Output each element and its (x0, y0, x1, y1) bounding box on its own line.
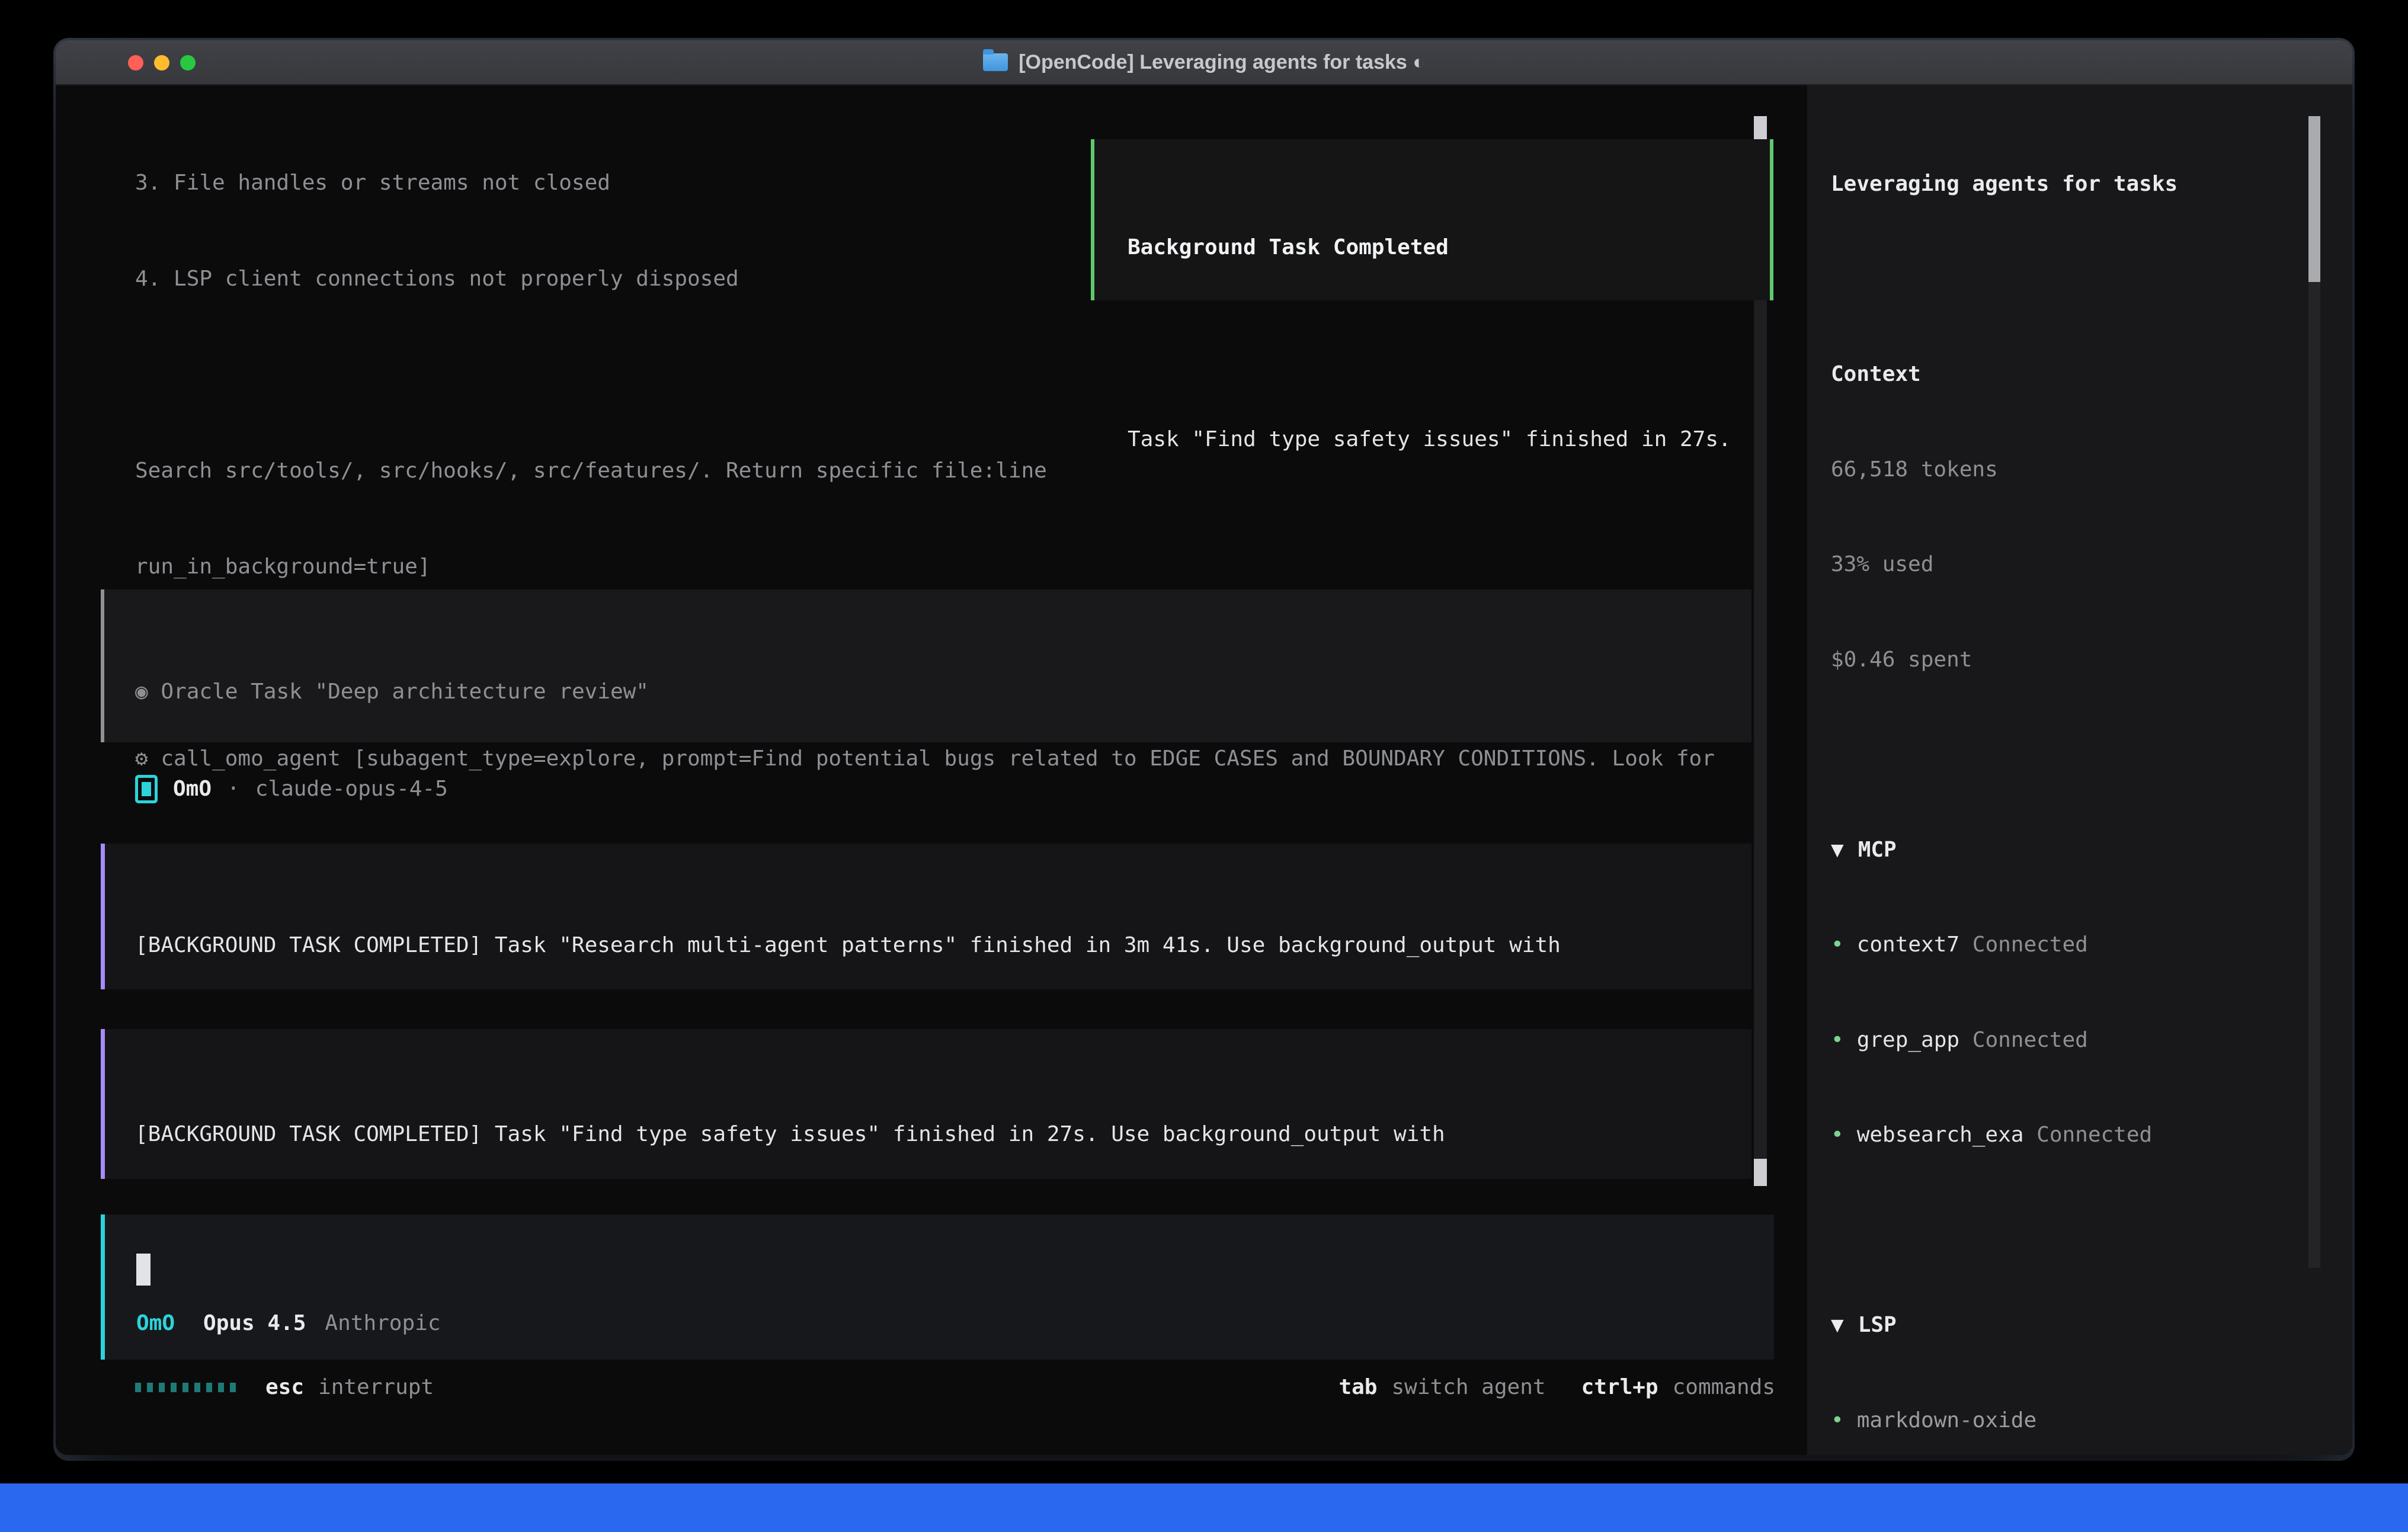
minimize-button[interactable] (154, 55, 169, 70)
shortcut-label: interrupt (318, 1371, 434, 1403)
terminal-window: [OpenCode] Leveraging agents for tasks ◐… (56, 40, 2352, 1455)
traffic-lights (128, 55, 196, 70)
space-gap (2023, 1123, 2036, 1147)
mcp-item: •grep_app Connected (1831, 1024, 2305, 1056)
transcript-line: run_in_background=true] (135, 551, 1770, 583)
context-spent: $0.46 spent (1831, 644, 2305, 676)
desktop-wallpaper-strip (0, 1483, 2408, 1532)
lsp-heading: LSP (1858, 1313, 1897, 1337)
chevron-down-icon: ▼ (1831, 838, 1858, 862)
space-gap (175, 1307, 203, 1339)
shortcut-key: esc (265, 1371, 304, 1403)
shortcut-tab: tab switch agent (1339, 1371, 1545, 1403)
lsp-item: •markdown-oxide (1831, 1405, 2305, 1437)
shortcut-esc: esc interrupt (265, 1371, 434, 1403)
input-provider-label: Anthropic (325, 1307, 440, 1339)
background-task-toast: Background Task Completed Task "Find typ… (1091, 139, 1773, 300)
chevron-down-icon: ▼ (1831, 1313, 1858, 1337)
status-bar: esc interrupt tab switch agent ctrl+p co… (135, 1371, 1775, 1403)
shortcut-label: commands (1673, 1371, 1775, 1403)
space-gap (1959, 1028, 1972, 1052)
sidebar-content: Leveraging agents for tasks Context 66,5… (1831, 105, 2305, 1455)
agent-name: OmO (173, 773, 212, 805)
status-right: tab switch agent ctrl+p commands (1339, 1371, 1775, 1403)
text-cursor (136, 1254, 150, 1286)
terminal-content: 3. File handles or streams not closed 4.… (56, 85, 2352, 1455)
shortcut-key: tab (1339, 1371, 1377, 1403)
mcp-item: •websearch_exa Connected (1831, 1119, 2305, 1151)
session-title: Leveraging agents for tasks (1831, 168, 2305, 200)
background-task-message: [BACKGROUND TASK COMPLETED] Task "Resear… (101, 844, 1751, 989)
input-model-label[interactable]: Opus 4.5 (203, 1307, 306, 1339)
session-sidebar: Leveraging agents for tasks Context 66,5… (1807, 85, 2352, 1455)
oracle-task-box: ◉ Oracle Task "Deep architecture review"… (101, 589, 1751, 742)
mcp-name: websearch_exa (1857, 1123, 2024, 1147)
shortcut-label: switch agent (1391, 1371, 1545, 1403)
chat-scrollbar-thumb-bottom[interactable] (1754, 1159, 1767, 1186)
prompt-input[interactable]: OmO Opus 4.5 Anthropic (101, 1214, 1774, 1360)
context-used: 33% used (1831, 549, 2305, 581)
maximize-button[interactable] (180, 55, 196, 70)
agent-model: claude-opus-4-5 (255, 773, 448, 805)
shortcut-commands: ctrl+p commands (1581, 1371, 1775, 1403)
spinner-dots-icon (135, 1383, 237, 1392)
background-task-message: [BACKGROUND TASK COMPLETED] Task "Find t… (101, 1029, 1751, 1179)
space-gap (148, 680, 161, 704)
mcp-status: Connected (1972, 1028, 2088, 1052)
bullet-icon: • (1831, 1028, 1857, 1052)
oracle-title: Oracle Task "Deep architecture review" (161, 680, 649, 704)
mcp-name: grep_app (1857, 1028, 1959, 1052)
bullet-icon: • (1831, 1408, 1857, 1432)
shortcut-key: ctrl+p (1581, 1371, 1658, 1403)
window-title-text: [OpenCode] Leveraging agents for tasks ◐ (1019, 51, 1425, 74)
agent-square-icon (135, 775, 158, 803)
titlebar[interactable]: [OpenCode] Leveraging agents for tasks ◐ (56, 40, 2352, 85)
sidebar-scrollbar[interactable] (2308, 116, 2320, 1268)
mcp-section-header[interactable]: ▼MCP (1831, 834, 2305, 866)
status-left: esc interrupt (135, 1371, 434, 1403)
agent-separator: · (227, 773, 240, 805)
task-message-line: [BACKGROUND TASK COMPLETED] Task "Resear… (135, 930, 1751, 961)
model-row: OmO Opus 4.5 Anthropic (136, 1307, 441, 1339)
window-title: [OpenCode] Leveraging agents for tasks ◐ (983, 51, 1425, 74)
mcp-heading: MCP (1858, 838, 1897, 862)
space-gap (1959, 932, 1972, 957)
mcp-name: context7 (1857, 932, 1959, 957)
toast-body: Task "Find type safety issues" finished … (1128, 424, 1770, 456)
task-message-line: [BACKGROUND TASK COMPLETED] Task "Find t… (135, 1118, 1751, 1150)
mcp-item: •context7 Connected (1831, 929, 2305, 961)
lsp-name: markdown-oxide (1857, 1408, 2036, 1432)
sidebar-scrollbar-thumb[interactable] (2308, 116, 2320, 282)
agent-header: OmO · claude-opus-4-5 (135, 770, 448, 808)
mcp-status: Connected (1972, 932, 2088, 957)
folder-icon (983, 53, 1008, 71)
input-agent-label: OmO (136, 1307, 175, 1339)
close-button[interactable] (128, 55, 143, 70)
toast-title: Background Task Completed (1128, 232, 1770, 264)
oracle-title-line: ◉ Oracle Task "Deep architecture review" (135, 676, 1751, 708)
context-heading: Context (1831, 358, 2305, 390)
bullet-icon: • (1831, 1123, 1857, 1147)
fisheye-icon: ◉ (135, 680, 148, 704)
bullet-icon: • (1831, 932, 1857, 957)
mcp-status: Connected (2036, 1123, 2152, 1147)
lsp-section-header[interactable]: ▼LSP (1831, 1309, 2305, 1341)
space-gap (306, 1307, 325, 1339)
context-tokens: 66,518 tokens (1831, 454, 2305, 486)
